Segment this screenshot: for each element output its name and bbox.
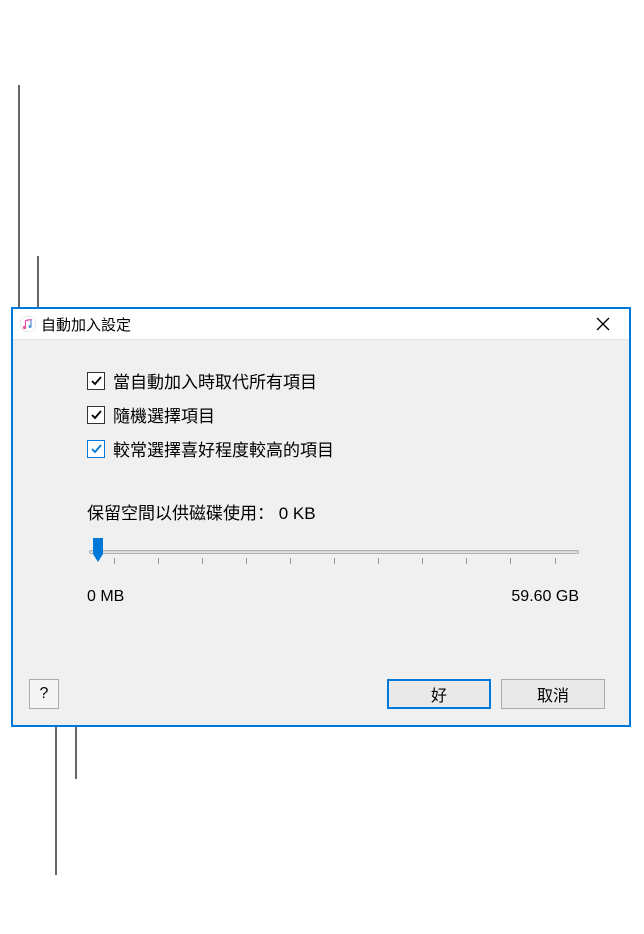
checkbox-label: 較常選擇喜好程度較高的項目 [113,436,334,461]
slider-tick [114,558,115,564]
ok-button[interactable]: 好 [387,679,491,709]
slider-tick [334,558,335,564]
dialog-body: 當自動加入時取代所有項目 隨機選擇項目 較常選擇喜好程度較高的項目 保留空間以供… [13,340,629,725]
slider-tick [246,558,247,564]
slider-track [89,550,579,554]
checkbox-row-random: 隨機選擇項目 [87,402,599,427]
autofill-settings-dialog: 自動加入設定 當自動加入時取代所有項目 隨機選擇項目 較常選擇喜好程度較 [11,307,631,727]
reserve-label-prefix: 保留空間以供磁碟使用： [87,504,274,523]
slider-tick [202,558,203,564]
checkbox-row-higher-rated: 較常選擇喜好程度較高的項目 [87,436,599,461]
reserve-space-slider[interactable] [89,540,579,580]
dialog-title: 自動加入設定 [41,314,583,335]
titlebar: 自動加入設定 [13,309,629,340]
help-button[interactable]: ? [29,679,59,709]
checkbox-row-replace-all: 當自動加入時取代所有項目 [87,368,599,393]
slider-max-label: 59.60 GB [511,588,579,606]
slider-tick [158,558,159,564]
close-button[interactable] [583,310,623,338]
slider-tick [510,558,511,564]
slider-range-labels: 0 MB 59.60 GB [87,588,579,606]
slider-thumb[interactable] [91,538,105,564]
slider-tick [422,558,423,564]
dialog-button-row: ? 好 取消 [29,679,605,709]
checkbox-replace-all[interactable] [87,372,105,390]
reserve-space-section: 保留空間以供磁碟使用： 0 KB [87,499,599,606]
checkbox-label: 當自動加入時取代所有項目 [113,368,317,393]
cancel-button[interactable]: 取消 [501,679,605,709]
slider-tick [466,558,467,564]
reserve-value: 0 KB [279,504,316,523]
checkbox-random[interactable] [87,406,105,424]
app-icon [19,315,37,333]
slider-tick [555,558,556,564]
slider-min-label: 0 MB [87,588,124,606]
checkbox-higher-rated[interactable] [87,440,105,458]
checkbox-label: 隨機選擇項目 [113,402,215,427]
slider-tick [290,558,291,564]
slider-tick [378,558,379,564]
reserve-space-label: 保留空間以供磁碟使用： 0 KB [87,499,599,524]
